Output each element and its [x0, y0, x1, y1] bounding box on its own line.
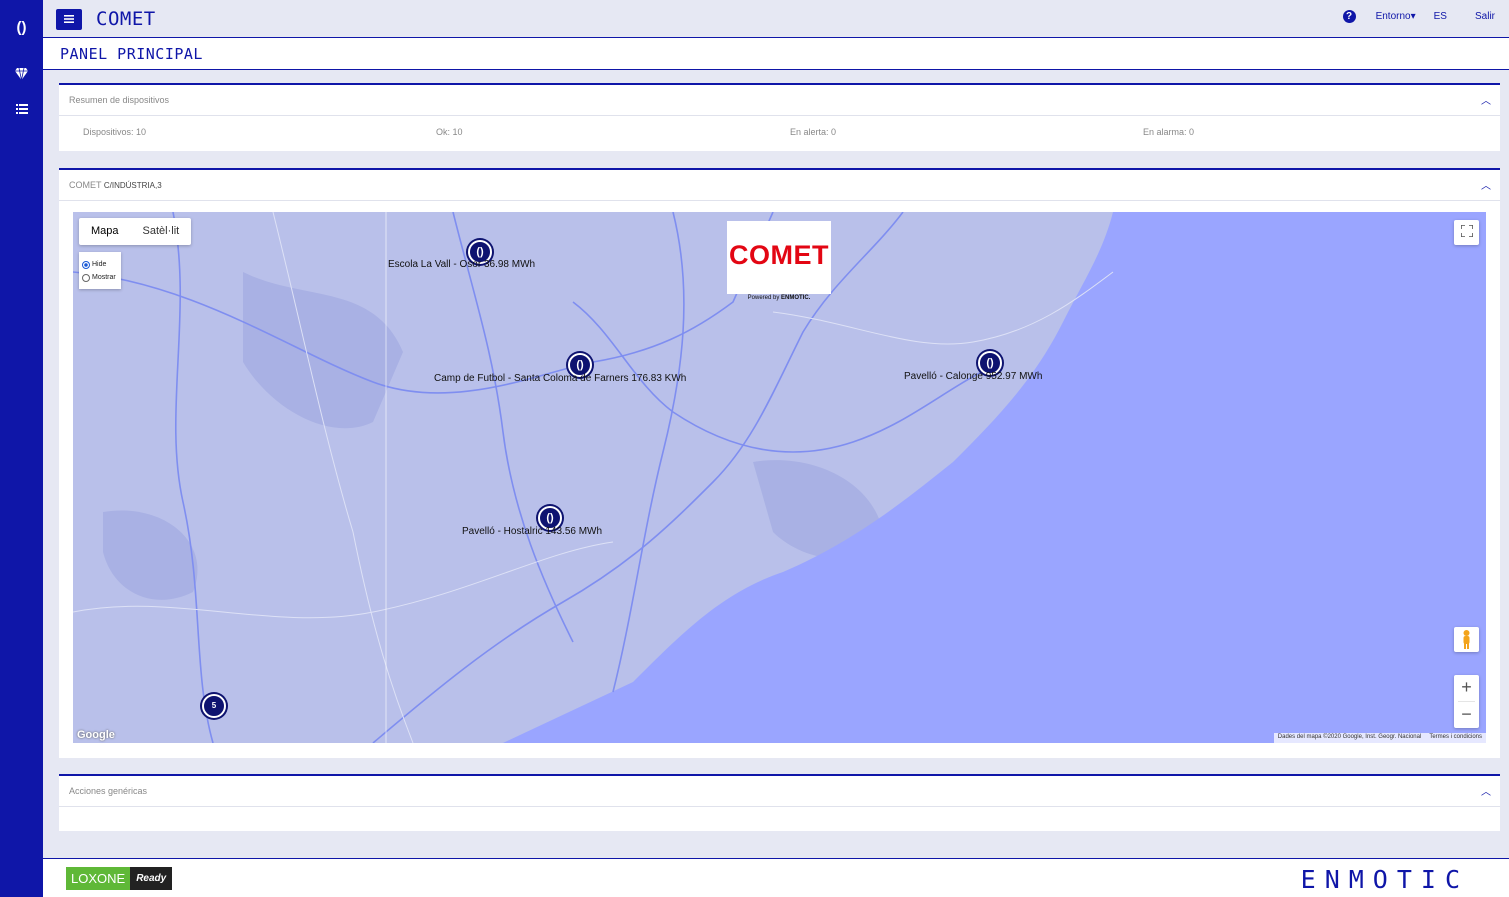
panel-address: C/INDÚSTRIA,3	[103, 181, 162, 190]
enmotic-logo: ENMOTIC	[1300, 865, 1469, 894]
chevron-up-icon[interactable]: ︿	[1481, 783, 1491, 798]
map-cluster-marker[interactable]: 5	[202, 694, 226, 718]
zoom-out-button[interactable]: −	[1454, 702, 1479, 728]
page-title: PANEL PRINCIPAL	[60, 45, 203, 63]
map-attribution: Dades del mapa ©2020 Google, Inst. Geogr…	[1273, 733, 1486, 743]
radio-dot-icon[interactable]	[82, 273, 90, 282]
powered-by: Powered by ENMOTIC.	[747, 295, 811, 301]
street-view-button[interactable]	[1454, 627, 1479, 652]
chevron-up-icon[interactable]: ︿	[1481, 92, 1491, 107]
hamburger-icon	[64, 15, 74, 23]
sidebar: ()	[0, 0, 43, 897]
map-view[interactable]: Mapa Satèl·lit Hide Mostrar COMET Powere…	[73, 212, 1486, 743]
pegman-icon	[1463, 630, 1470, 649]
panel-header: Resumen de dispositivos ︿	[59, 85, 1500, 116]
comet-logo-text: COMET	[729, 240, 829, 270]
top-navbar: COMET ? Entorno▾ ES Salir	[43, 0, 1509, 38]
tab-map[interactable]: Mapa	[79, 218, 131, 245]
chevron-up-icon[interactable]: ︿	[1481, 177, 1491, 192]
hamburger-menu-button[interactable]	[56, 9, 82, 30]
panel-header: COMET C/INDÚSTRIA,3 ︿	[59, 170, 1500, 201]
logout-link[interactable]: Salir	[1475, 11, 1495, 22]
environment-dropdown[interactable]: Entorno▾	[1376, 11, 1416, 22]
map-type-control: Mapa Satèl·lit	[79, 218, 192, 245]
marker-label-calonge: Pavelló - Calonge 952.97 MWh	[904, 371, 1043, 382]
stat-alert: En alerta: 0	[790, 127, 837, 137]
terms-link[interactable]: Termes i condicions	[1429, 734, 1482, 740]
fullscreen-button[interactable]	[1454, 220, 1479, 245]
google-logo: Google	[77, 729, 115, 741]
stat-devices: Dispositivos: 10	[83, 127, 147, 137]
visibility-radio-group: Hide Mostrar	[79, 252, 121, 289]
devices-summary-panel: Resumen de dispositivos ︿ Dispositivos: …	[59, 83, 1500, 151]
generic-actions-panel: Acciones genéricas ︿	[59, 774, 1500, 831]
marker-label-santa-coloma: Camp de Futbol - Santa Coloma de Farners…	[434, 373, 687, 384]
footer: LOXONE Ready ENMOTIC	[43, 858, 1509, 897]
radio-hide[interactable]: Hide	[82, 258, 118, 271]
loxone-ready-badge: LOXONE Ready	[66, 867, 173, 890]
panel-header: Acciones genéricas ︿	[59, 776, 1500, 807]
language-link[interactable]: ES	[1434, 11, 1447, 22]
panel-title: Acciones genéricas	[69, 786, 148, 796]
stat-ok: Ok: 10	[436, 127, 463, 137]
app-title: COMET	[96, 8, 156, 30]
marker-label-osor: Escola La Vall - Osor 36.98 MWh	[388, 259, 536, 270]
diamond-icon[interactable]	[0, 67, 43, 85]
panel-title: COMET C/INDÚSTRIA,3	[69, 180, 162, 190]
zoom-control: + −	[1454, 675, 1479, 728]
fullscreen-icon	[1459, 224, 1474, 238]
radio-dot-icon[interactable]	[82, 260, 90, 269]
page-header: PANEL PRINCIPAL	[43, 38, 1509, 70]
comet-logo: COMET	[727, 221, 831, 294]
radio-show[interactable]: Mostrar	[82, 271, 118, 284]
logo-icon[interactable]: ()	[0, 19, 43, 36]
top-right-menu: ? Entorno▾ ES Salir	[1342, 10, 1495, 23]
question-circle-icon[interactable]: ?	[1342, 10, 1356, 23]
stat-alarm: En alarma: 0	[1143, 127, 1195, 137]
panel-title: Resumen de dispositivos	[69, 95, 170, 105]
zoom-in-button[interactable]: +	[1454, 675, 1479, 701]
marker-label-hostalric: Pavelló - Hostalric 143.56 MWh	[462, 526, 603, 537]
tab-satellite[interactable]: Satèl·lit	[131, 218, 192, 245]
list-icon[interactable]	[0, 101, 43, 119]
